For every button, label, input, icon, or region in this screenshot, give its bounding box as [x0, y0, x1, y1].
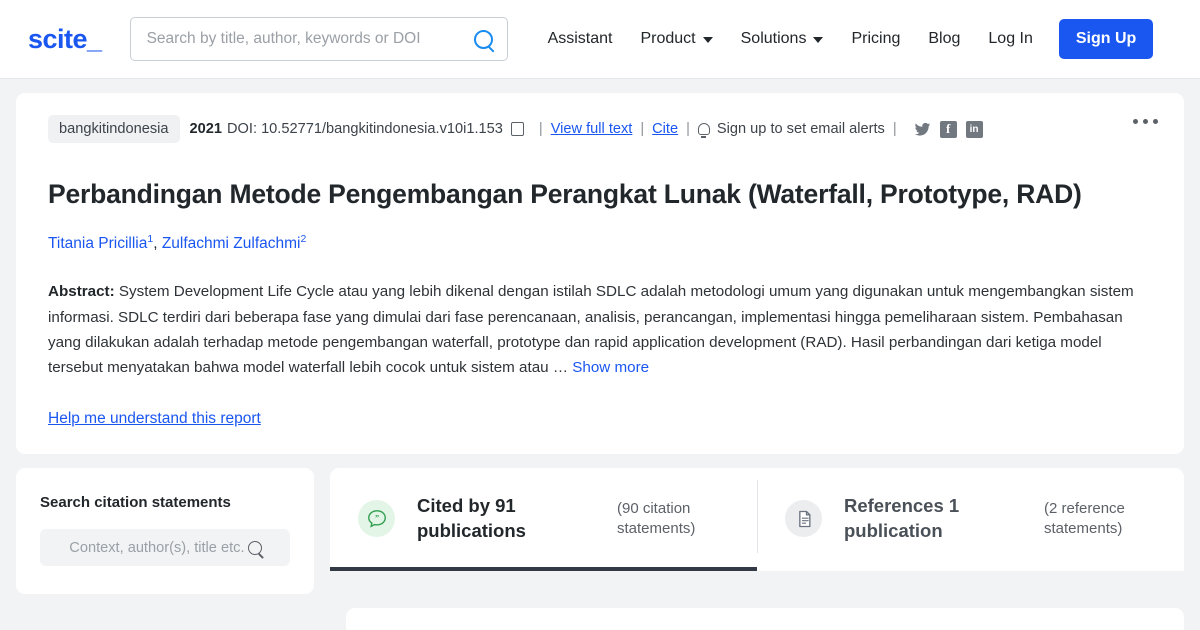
- tab-subtext: (90 citation statements): [617, 499, 696, 537]
- svg-text:”: ”: [374, 513, 378, 522]
- site-header: scite_ Assistant Product Solutions Prici…: [0, 0, 1200, 79]
- doi-label: DOI: 10.52771/bangkitindonesia.v10i1.153: [227, 121, 503, 137]
- social-share-group: f in: [914, 120, 983, 138]
- view-full-text-link[interactable]: View full text: [551, 121, 633, 137]
- nav-label: Log In: [988, 30, 1033, 47]
- nav-item-blog[interactable]: Blog: [914, 22, 974, 56]
- nav-label: Assistant: [547, 30, 613, 47]
- tab-references[interactable]: References 1 publication (2 reference st…: [757, 468, 1184, 571]
- author-link[interactable]: Titania Pricillia: [48, 235, 147, 252]
- twitter-icon[interactable]: [914, 121, 931, 138]
- nav-item-solutions[interactable]: Solutions: [727, 22, 838, 56]
- journal-badge[interactable]: bangkitindonesia: [48, 115, 180, 143]
- chevron-down-icon: [813, 37, 824, 43]
- author-affiliation: 2: [300, 233, 307, 246]
- page-title: Perbandingan Metode Pengembangan Perangk…: [48, 179, 1082, 209]
- nav-label: Pricing: [851, 30, 901, 47]
- citation-search-box[interactable]: [40, 529, 290, 567]
- paper-card: bangkitindonesia 2021 DOI: 10.52771/bang…: [16, 93, 1184, 455]
- help-understand-report-link[interactable]: Help me understand this report: [48, 410, 261, 428]
- abstract: Abstract: System Development Life Cycle …: [48, 279, 1154, 380]
- tab-cited-by[interactable]: ” Cited by 91 publications (90 citation …: [330, 468, 757, 572]
- quote-bubble-icon: ”: [358, 500, 395, 538]
- separator: |: [686, 121, 690, 137]
- sidebar-title: Search citation statements: [40, 494, 231, 512]
- document-icon: [785, 500, 822, 538]
- nav-item-product[interactable]: Product: [626, 22, 726, 56]
- nav-item-assistant[interactable]: Assistant: [534, 22, 627, 56]
- search-input[interactable]: [146, 30, 474, 48]
- bell-icon: [697, 123, 710, 138]
- facebook-icon[interactable]: f: [939, 120, 957, 138]
- show-more-link[interactable]: Show more: [572, 359, 649, 376]
- citation-search-input[interactable]: [68, 539, 245, 556]
- author-list: Titania Pricillia1, Zulfachmi Zulfachmi2: [48, 233, 307, 253]
- tab-label: References 1 publication: [844, 495, 960, 541]
- results-card-top-edge: [346, 608, 1184, 630]
- nav-item-pricing[interactable]: Pricing: [837, 22, 914, 56]
- tab-label: Cited by 91 publications: [417, 495, 526, 541]
- linkedin-icon[interactable]: in: [965, 120, 983, 138]
- citation-search-sidebar: Search citation statements: [16, 468, 314, 595]
- more-options-icon[interactable]: [1133, 119, 1158, 124]
- citation-tabs-panel: ” Cited by 91 publications (90 citation …: [330, 468, 1184, 572]
- sign-up-button[interactable]: Sign Up: [1058, 19, 1154, 59]
- main-nav: Assistant Product Solutions Pricing Blog…: [534, 19, 1154, 59]
- publication-year: 2021: [189, 121, 223, 137]
- email-alerts-label[interactable]: Sign up to set email alerts: [717, 121, 885, 137]
- copy-icon[interactable]: [507, 120, 524, 136]
- cite-link[interactable]: Cite: [652, 121, 678, 137]
- separator: |: [892, 121, 897, 137]
- separator: |: [640, 121, 645, 137]
- nav-label: Product: [640, 30, 696, 47]
- lower-section: Search citation statements ” Cited by 91…: [0, 454, 1200, 595]
- nav-label: Solutions: [740, 30, 807, 47]
- abstract-label: Abstract:: [48, 283, 115, 301]
- paper-card-wrap: bangkitindonesia 2021 DOI: 10.52771/bang…: [0, 79, 1200, 455]
- author-link[interactable]: Zulfachmi Zulfachmi: [162, 235, 301, 252]
- global-search[interactable]: [129, 17, 508, 61]
- chevron-down-icon: [702, 37, 713, 43]
- paper-meta-row: bangkitindonesia 2021 DOI: 10.52771/bang…: [48, 115, 1154, 143]
- separator: |: [538, 121, 543, 137]
- search-icon[interactable]: [247, 540, 262, 555]
- nav-label: Blog: [928, 30, 961, 47]
- tab-subtext: (2 reference statements): [1044, 499, 1125, 537]
- scite-logo[interactable]: scite_: [28, 24, 102, 55]
- search-icon[interactable]: [473, 29, 493, 49]
- nav-item-login[interactable]: Log In: [974, 22, 1046, 56]
